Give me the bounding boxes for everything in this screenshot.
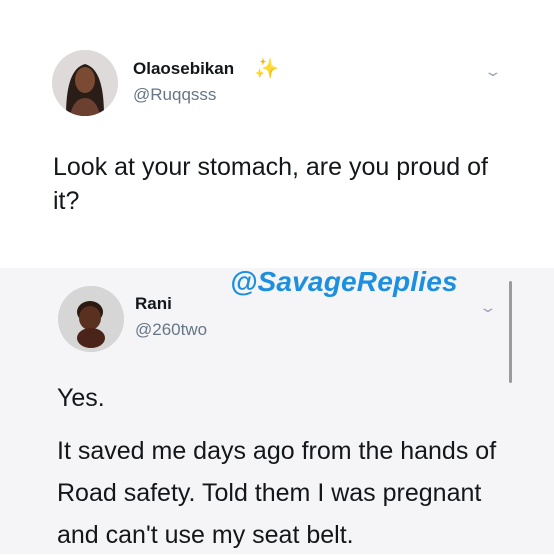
tweet-text: It saved me days ago from the hands of R…: [57, 437, 497, 549]
original-tweet-card: Olaosebikan ✨ @Ruqqsss ⌄ Look at your st…: [0, 0, 554, 268]
tweet-text-first-line: Yes.: [57, 384, 105, 412]
watermark: @SavageReplies: [230, 266, 458, 297]
avatar-rani[interactable]: [58, 286, 124, 352]
display-name[interactable]: Olaosebikan: [133, 59, 234, 79]
tweet-text: Look at your stomach, are you proud of i…: [53, 153, 488, 215]
display-name[interactable]: Rani: [135, 294, 172, 314]
sparkles-icon: ✨: [254, 58, 279, 80]
chevron-down-icon[interactable]: ⌄: [483, 63, 502, 80]
avatar-olaosebikan[interactable]: [52, 50, 118, 116]
chevron-down-icon[interactable]: ⌄: [478, 299, 497, 316]
handle[interactable]: @Ruqqsss: [133, 85, 216, 105]
scrollbar[interactable]: [509, 281, 512, 383]
handle[interactable]: @260two: [135, 320, 207, 340]
